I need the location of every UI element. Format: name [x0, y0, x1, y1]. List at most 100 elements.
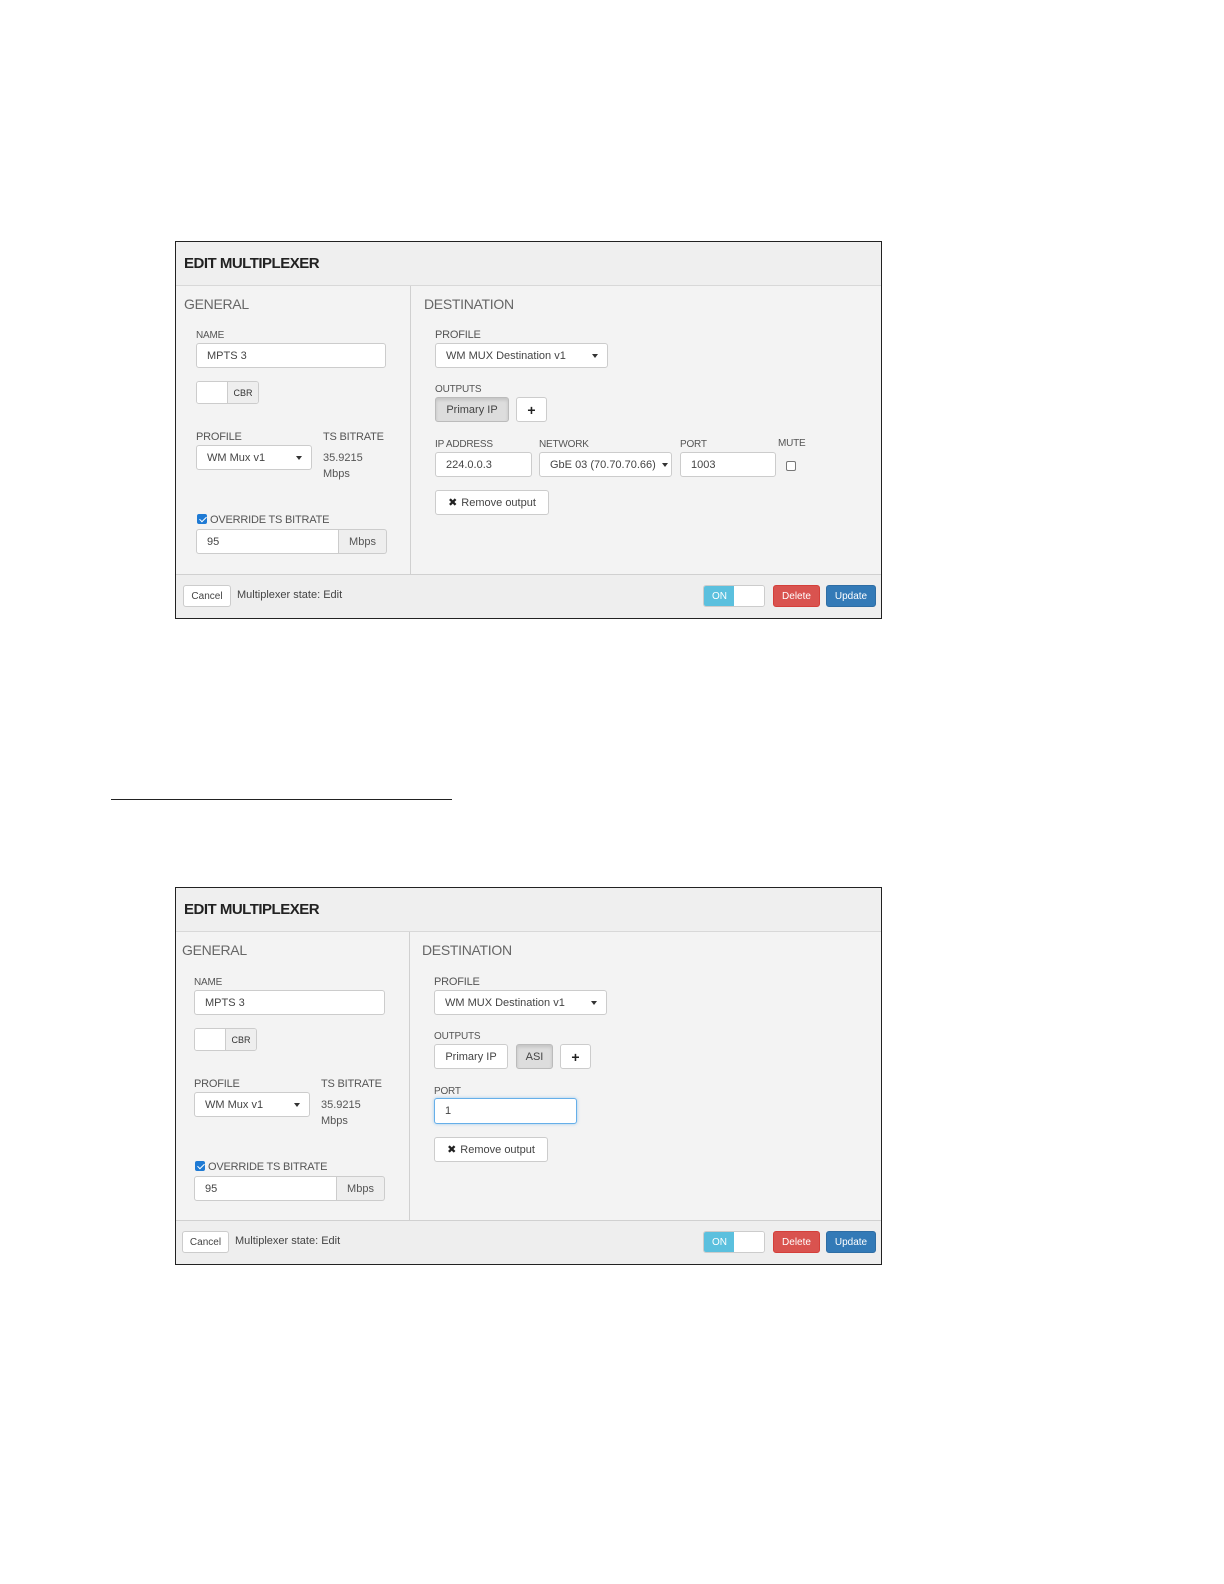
cbr-toggle-knob — [197, 382, 229, 403]
network-select[interactable]: GbE 03 (70.70.70.66) — [539, 452, 672, 477]
ts-bitrate-unit: Mbps — [323, 468, 350, 480]
name-label: NAME — [194, 977, 223, 988]
dest-profile-select[interactable]: WM MUX Destination v1 — [434, 990, 607, 1015]
override-bitrate-unit: Mbps — [339, 529, 387, 554]
ip-address-label: IP ADDRESS — [435, 439, 493, 450]
dest-profile-label: PROFILE — [435, 329, 481, 341]
cbr-label: CBR — [225, 1029, 256, 1050]
add-output-button[interactable]: + — [516, 397, 547, 422]
modal-header: EDIT MULTIPLEXER — [176, 888, 881, 932]
modal-body: GENERAL NAME MPTS 3 CBR PROFILE WM Mux v… — [176, 932, 881, 1221]
output-tab-primary-ip[interactable]: Primary IP — [434, 1044, 508, 1069]
general-panel: GENERAL NAME MPTS 3 CBR PROFILE WM Mux v… — [176, 286, 411, 575]
destination-panel: DESTINATION PROFILE WM MUX Destination v… — [411, 286, 881, 575]
cancel-button[interactable]: Cancel — [182, 1231, 229, 1253]
close-icon: ✖ — [448, 497, 458, 509]
general-title: GENERAL — [184, 296, 249, 312]
network-label: NETWORK — [539, 439, 589, 450]
toggle-knob — [734, 1232, 764, 1252]
name-input[interactable]: MPTS 3 — [196, 343, 386, 368]
update-button[interactable]: Update — [826, 585, 876, 607]
override-ts-bitrate-label: OVERRIDE TS BITRATE — [210, 514, 330, 526]
override-bitrate-unit: Mbps — [337, 1176, 385, 1201]
dest-profile-label: PROFILE — [434, 976, 480, 988]
chevron-down-icon — [296, 456, 302, 460]
chevron-down-icon — [662, 463, 668, 467]
cancel-button[interactable]: Cancel — [183, 585, 231, 607]
delete-button[interactable]: Delete — [773, 585, 820, 607]
remove-output-label: Remove output — [460, 1143, 535, 1156]
mute-label: MUTE — [778, 438, 806, 449]
override-bitrate-input[interactable]: 95 — [196, 529, 339, 554]
chevron-down-icon — [591, 1001, 597, 1005]
override-ts-bitrate-label: OVERRIDE TS BITRATE — [208, 1161, 328, 1173]
ts-bitrate-value: 35.9215 — [323, 452, 363, 464]
profile-select-value: WM Mux v1 — [205, 1098, 264, 1111]
general-title: GENERAL — [182, 942, 247, 958]
outputs-label: OUTPUTS — [435, 384, 482, 395]
ts-bitrate-unit: Mbps — [321, 1115, 348, 1127]
port-input[interactable]: 1003 — [680, 452, 776, 477]
network-select-value: GbE 03 (70.70.70.66) — [550, 458, 656, 471]
ip-address-input[interactable]: 224.0.0.3 — [435, 452, 532, 477]
chevron-down-icon — [592, 354, 598, 358]
profile-label: PROFILE — [194, 1078, 240, 1090]
ts-bitrate-value: 35.9215 — [321, 1099, 361, 1111]
destination-title: DESTINATION — [422, 942, 512, 958]
dest-profile-select-value: WM MUX Destination v1 — [446, 349, 566, 362]
ts-bitrate-label: TS BITRATE — [321, 1078, 382, 1090]
ts-bitrate-label: TS BITRATE — [323, 431, 384, 443]
cbr-toggle[interactable]: CBR — [196, 381, 259, 404]
modal-title: EDIT MULTIPLEXER — [184, 255, 320, 272]
output-tab-asi[interactable]: ASI — [516, 1044, 553, 1069]
override-ts-bitrate-checkbox[interactable] — [197, 514, 207, 524]
multiplexer-state-text: Multiplexer state: Edit — [237, 589, 343, 601]
remove-output-button[interactable]: ✖ Remove output — [434, 1137, 548, 1162]
dest-profile-select-value: WM MUX Destination v1 — [445, 996, 565, 1009]
port-label: PORT — [680, 439, 707, 450]
add-output-button[interactable]: + — [560, 1044, 591, 1069]
general-panel: GENERAL NAME MPTS 3 CBR PROFILE WM Mux v… — [176, 932, 410, 1221]
profile-select[interactable]: WM Mux v1 — [194, 1092, 310, 1117]
port-label: PORT — [434, 1086, 461, 1097]
toggle-knob — [734, 586, 764, 606]
name-input[interactable]: MPTS 3 — [194, 990, 385, 1015]
remove-output-label: Remove output — [461, 496, 536, 509]
plus-icon: + — [527, 401, 536, 418]
modal-footer: Cancel Multiplexer state: Edit ON Delete… — [176, 574, 881, 618]
outputs-label: OUTPUTS — [434, 1031, 481, 1042]
plus-icon: + — [571, 1048, 580, 1065]
modal-title: EDIT MULTIPLEXER — [184, 901, 320, 918]
multiplexer-state-text: Multiplexer state: Edit — [235, 1235, 341, 1247]
override-bitrate-input[interactable]: 95 — [194, 1176, 337, 1201]
destination-title: DESTINATION — [424, 296, 514, 312]
cbr-toggle[interactable]: CBR — [194, 1028, 257, 1051]
mute-checkbox[interactable] — [786, 461, 796, 471]
on-label: ON — [704, 1232, 735, 1252]
delete-button[interactable]: Delete — [773, 1231, 820, 1253]
on-off-toggle[interactable]: ON — [703, 1231, 765, 1253]
dest-profile-select[interactable]: WM MUX Destination v1 — [435, 343, 608, 368]
output-tab-primary-ip[interactable]: Primary IP — [435, 397, 509, 422]
divider-line — [111, 799, 452, 800]
modal-header: EDIT MULTIPLEXER — [176, 242, 881, 286]
cbr-toggle-knob — [195, 1029, 227, 1050]
remove-output-button[interactable]: ✖ Remove output — [435, 490, 549, 515]
edit-multiplexer-modal-asi: EDIT MULTIPLEXER GENERAL NAME MPTS 3 CBR… — [175, 887, 882, 1265]
on-label: ON — [704, 586, 735, 606]
modal-footer: Cancel Multiplexer state: Edit ON Delete… — [176, 1220, 881, 1264]
profile-label: PROFILE — [196, 431, 242, 443]
close-icon: ✖ — [447, 1144, 457, 1156]
update-button[interactable]: Update — [826, 1231, 876, 1253]
name-label: NAME — [196, 330, 225, 341]
cbr-label: CBR — [227, 382, 258, 403]
profile-select-value: WM Mux v1 — [207, 451, 266, 464]
port-input[interactable]: 1 — [434, 1098, 577, 1124]
override-ts-bitrate-checkbox[interactable] — [195, 1161, 205, 1171]
profile-select[interactable]: WM Mux v1 — [196, 445, 312, 470]
destination-panel: DESTINATION PROFILE WM MUX Destination v… — [410, 932, 881, 1221]
edit-multiplexer-modal-ip: EDIT MULTIPLEXER GENERAL NAME MPTS 3 CBR… — [175, 241, 882, 619]
modal-body: GENERAL NAME MPTS 3 CBR PROFILE WM Mux v… — [176, 286, 881, 575]
on-off-toggle[interactable]: ON — [703, 585, 765, 607]
chevron-down-icon — [294, 1103, 300, 1107]
